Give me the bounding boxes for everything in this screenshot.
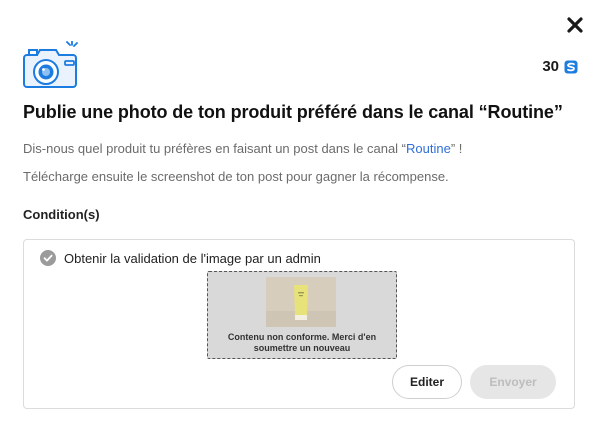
send-button[interactable]: Envoyer [470,365,556,399]
camera-icon [22,40,80,91]
close-button[interactable] [564,14,586,36]
page-title: Publie une photo de ton produit préféré … [23,102,563,122]
coin-icon [564,60,578,73]
close-icon [567,17,583,33]
condition-text: Obtenir la validation de l'image par un … [64,250,321,266]
edit-button[interactable]: Editer [392,365,462,399]
points-value: 30 [542,58,559,75]
conditions-label: Condition(s) [23,207,100,222]
rejection-message: Contenu non conforme. Merci d'en soumett… [227,332,377,353]
uploaded-image-preview[interactable]: Contenu non conforme. Merci d'en soumett… [207,271,397,359]
condition-card: Obtenir la validation de l'image par un … [23,239,575,409]
product-photo-thumbnail [266,277,336,327]
routine-channel-link[interactable]: Routine [406,141,451,156]
description-line-2: Télécharge ensuite le screenshot de ton … [23,169,449,184]
description-line-1: Dis-nous quel produit tu préfères en fai… [23,141,463,156]
check-circle-icon [40,250,56,266]
points-reward: 30 [542,58,578,75]
condition-item: Obtenir la validation de l'image par un … [40,250,321,266]
